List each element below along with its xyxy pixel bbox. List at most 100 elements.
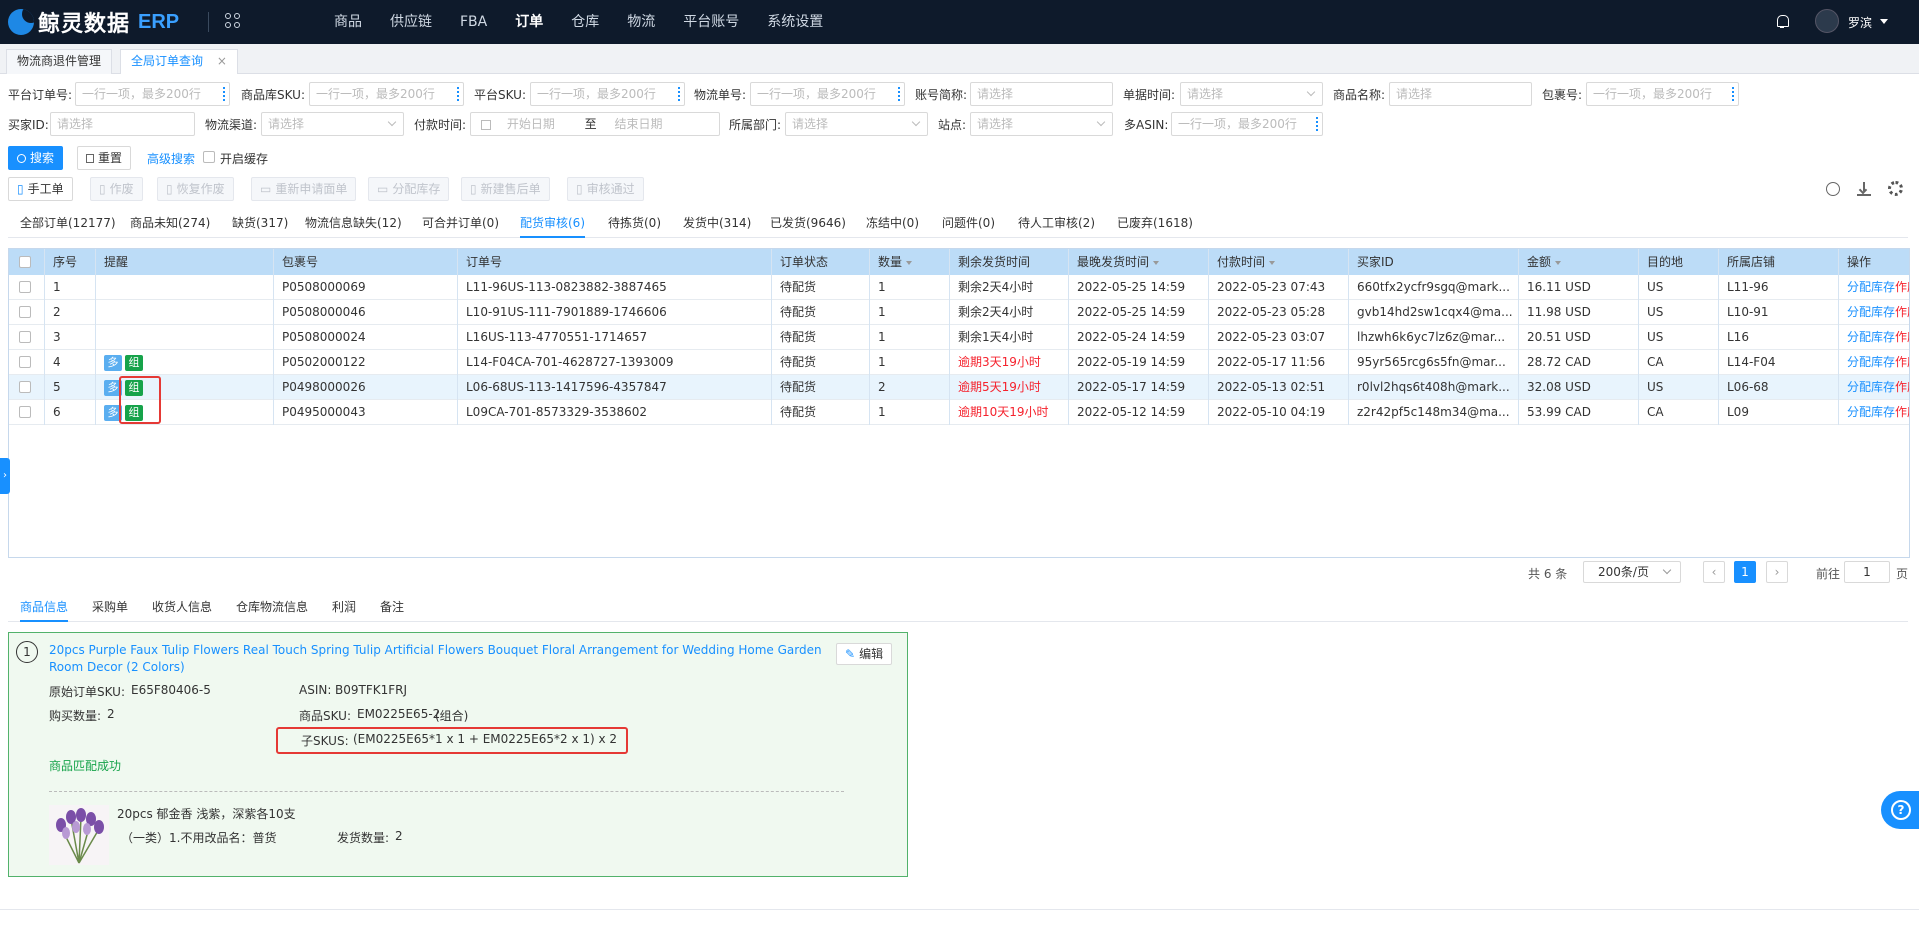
tab-manual-review[interactable]: 待人工审核(2) — [1018, 212, 1095, 238]
sort-icon[interactable] — [1555, 260, 1562, 265]
allocate-stock-link[interactable]: 分配库存 — [1847, 305, 1895, 319]
multiline-icon[interactable] — [457, 87, 460, 101]
row-checkbox[interactable] — [19, 356, 31, 368]
table-row[interactable]: 6 多组 P0495000043 L09CA-701-8573329-3538602 待… — [9, 400, 1909, 425]
account-short-select[interactable]: 请选择 — [970, 82, 1113, 106]
next-page-button[interactable]: › — [1766, 561, 1788, 583]
page-tab-logistics-returns[interactable]: 物流商退件管理 — [6, 49, 113, 74]
edit-button[interactable]: ✎ 编辑 — [836, 643, 893, 665]
orig-sku-link[interactable]: E65F80406-5 — [131, 683, 211, 697]
void-link[interactable]: 作废 — [1895, 405, 1909, 419]
column-header-sortable[interactable]: 数量 — [870, 249, 950, 275]
sort-icon[interactable] — [1269, 260, 1276, 265]
nav-item-system-settings[interactable]: 系统设置 — [767, 0, 823, 44]
allocate-stock-link[interactable]: 分配库存 — [1847, 280, 1895, 294]
nav-item-logistics[interactable]: 物流 — [627, 0, 655, 44]
tab-missing-logistics[interactable]: 物流信息缺失(12) — [305, 212, 402, 238]
start-date[interactable]: 开始日期 — [507, 117, 555, 131]
tab-mergeable[interactable]: 可合并订单(0) — [422, 212, 499, 238]
tab-out-of-stock[interactable]: 缺货(317) — [232, 212, 288, 238]
package-no-input[interactable]: 一行一项，最多200行 — [1586, 82, 1739, 106]
tab-purchase-order[interactable]: 采购单 — [92, 596, 128, 622]
sidebar-toggle[interactable]: › — [0, 458, 10, 494]
row-checkbox[interactable] — [19, 406, 31, 418]
app-logo[interactable]: 鲸灵数据 ERP — [8, 8, 179, 37]
new-after-sale-button[interactable]: ▯ 新建售后单 — [461, 177, 550, 201]
tab-abandoned[interactable]: 已废弃(1618) — [1117, 212, 1193, 238]
download-icon[interactable] — [1857, 182, 1871, 196]
void-link[interactable]: 作废 — [1895, 330, 1909, 344]
column-header-sortable[interactable]: 付款时间 — [1209, 249, 1349, 275]
tab-recipient-info[interactable]: 收货人信息 — [152, 596, 212, 622]
tab-to-pick[interactable]: 待拣货(0) — [608, 212, 661, 238]
row-checkbox[interactable] — [19, 281, 31, 293]
void-link[interactable]: 作废 — [1895, 380, 1909, 394]
end-date[interactable]: 结束日期 — [615, 117, 663, 131]
site-select[interactable]: 请选择 — [970, 112, 1113, 136]
tab-warehouse-logistics[interactable]: 仓库物流信息 — [236, 596, 308, 622]
table-row[interactable]: 3 P0508000024 L16US-113-4770551-1714657 待配货… — [9, 325, 1909, 350]
table-row[interactable]: 4 多组 P0502000122 L14-F04CA-701-4628727-1393… — [9, 350, 1909, 375]
multiline-icon[interactable] — [1732, 87, 1735, 101]
void-link[interactable]: 作废 — [1895, 355, 1909, 369]
allocate-stock-link[interactable]: 分配库存 — [1847, 380, 1895, 394]
gear-icon[interactable] — [1888, 181, 1903, 196]
tab-product-info[interactable]: 商品信息 — [20, 596, 69, 622]
nav-item-fba[interactable]: FBA — [460, 0, 487, 44]
user-name[interactable]: 罗滨 — [1848, 14, 1872, 31]
goto-page-input[interactable]: 1 — [1844, 561, 1890, 583]
department-select[interactable]: 请选择 — [785, 112, 928, 136]
advanced-search-link[interactable]: 高级搜索 — [147, 150, 195, 167]
sort-icon[interactable] — [1153, 260, 1160, 265]
nav-item-orders[interactable]: 订单 — [515, 0, 543, 44]
tab-unknown-product[interactable]: 商品未知(274) — [130, 212, 210, 238]
multiline-icon[interactable] — [898, 87, 901, 101]
allocate-stock-link[interactable]: 分配库存 — [1847, 330, 1895, 344]
reset-button[interactable]: 重置 — [77, 146, 132, 170]
platform-sku-input[interactable]: 一行一项，最多200行 — [530, 82, 685, 106]
tab-profit[interactable]: 利润 — [332, 596, 356, 622]
tab-allocation-review[interactable]: 配货审核(6) — [520, 212, 585, 238]
approve-button[interactable]: ▯ 审核通过 — [567, 177, 644, 201]
multi-asin-input[interactable]: 一行一项，最多200行 — [1171, 112, 1323, 136]
logistics-channel-select[interactable]: 请选择 — [261, 112, 404, 136]
apps-grid-icon[interactable] — [225, 13, 243, 31]
restore-void-button[interactable]: ▯ 恢复作废 — [157, 177, 234, 201]
product-sku-input[interactable]: 一行一项，最多200行 — [309, 82, 464, 106]
row-checkbox[interactable] — [19, 306, 31, 318]
help-button[interactable]: ? — [1881, 791, 1919, 829]
tab-frozen[interactable]: 冻结中(0) — [866, 212, 919, 238]
allocate-stock-link[interactable]: 分配库存 — [1847, 405, 1895, 419]
bell-icon[interactable] — [1776, 14, 1789, 28]
multiline-icon[interactable] — [678, 87, 681, 101]
table-row[interactable]: 5 多组 P0498000026 L06-68US-113-1417596-43578… — [9, 375, 1909, 400]
logistics-no-input[interactable]: 一行一项，最多200行 — [750, 82, 905, 106]
void-button[interactable]: ▯ 作废 — [90, 177, 143, 201]
row-checkbox[interactable] — [19, 381, 31, 393]
column-header-sortable[interactable]: 金额 — [1519, 249, 1639, 275]
nav-item-products[interactable]: 商品 — [334, 0, 362, 44]
row-checkbox[interactable] — [19, 331, 31, 343]
close-icon[interactable]: × — [217, 54, 227, 68]
tab-shipping[interactable]: 发货中(314) — [683, 212, 751, 238]
page-tab-global-order-query[interactable]: 全局订单查询 × — [120, 49, 238, 74]
product-title-link[interactable]: 20pcs Purple Faux Tulip Flowers Real Tou… — [49, 642, 829, 676]
void-link[interactable]: 作废 — [1895, 305, 1909, 319]
void-link[interactable]: 作废 — [1895, 280, 1909, 294]
allocate-stock-link[interactable]: 分配库存 — [1847, 355, 1895, 369]
nav-item-supply-chain[interactable]: 供应链 — [390, 0, 432, 44]
multiline-icon[interactable] — [1316, 117, 1319, 131]
platform-order-no-input[interactable]: 一行一项，最多200行 — [75, 82, 230, 106]
doc-time-select[interactable]: 请选择 — [1180, 82, 1323, 106]
cache-checkbox[interactable] — [203, 151, 215, 163]
table-row[interactable]: 1 P0508000069 L11-96US-113-0823882-3887465… — [9, 275, 1909, 300]
reapply-label-button[interactable]: ▭ 重新申请面单 — [251, 177, 357, 201]
select-all-checkbox[interactable] — [19, 256, 31, 268]
search-button[interactable]: 搜索 — [8, 146, 64, 170]
tab-problem[interactable]: 问题件(0) — [942, 212, 995, 238]
tab-shipped[interactable]: 已发货(9646) — [770, 212, 846, 238]
product-name-select[interactable]: 请选择 — [1389, 82, 1532, 106]
nav-item-platform-accounts[interactable]: 平台账号 — [683, 0, 739, 44]
manual-order-button[interactable]: ▯ 手工单 — [8, 177, 73, 201]
sort-icon[interactable] — [906, 260, 913, 265]
